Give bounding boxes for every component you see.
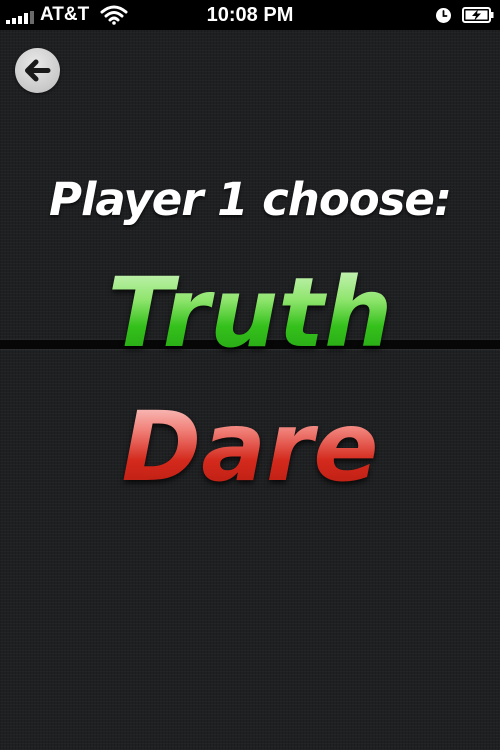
player-prompt: Player 1 choose: [49, 173, 452, 226]
back-button[interactable] [15, 48, 60, 93]
back-arrow-icon [25, 59, 51, 82]
battery-charging-icon [462, 7, 494, 23]
alarm-clock-icon [436, 8, 451, 23]
dare-button[interactable]: Dare [0, 392, 500, 502]
status-time: 10:08 PM [206, 4, 294, 26]
status-bar: AT&T 10:08 PM [0, 0, 500, 30]
truth-button[interactable]: Truth [0, 258, 500, 368]
